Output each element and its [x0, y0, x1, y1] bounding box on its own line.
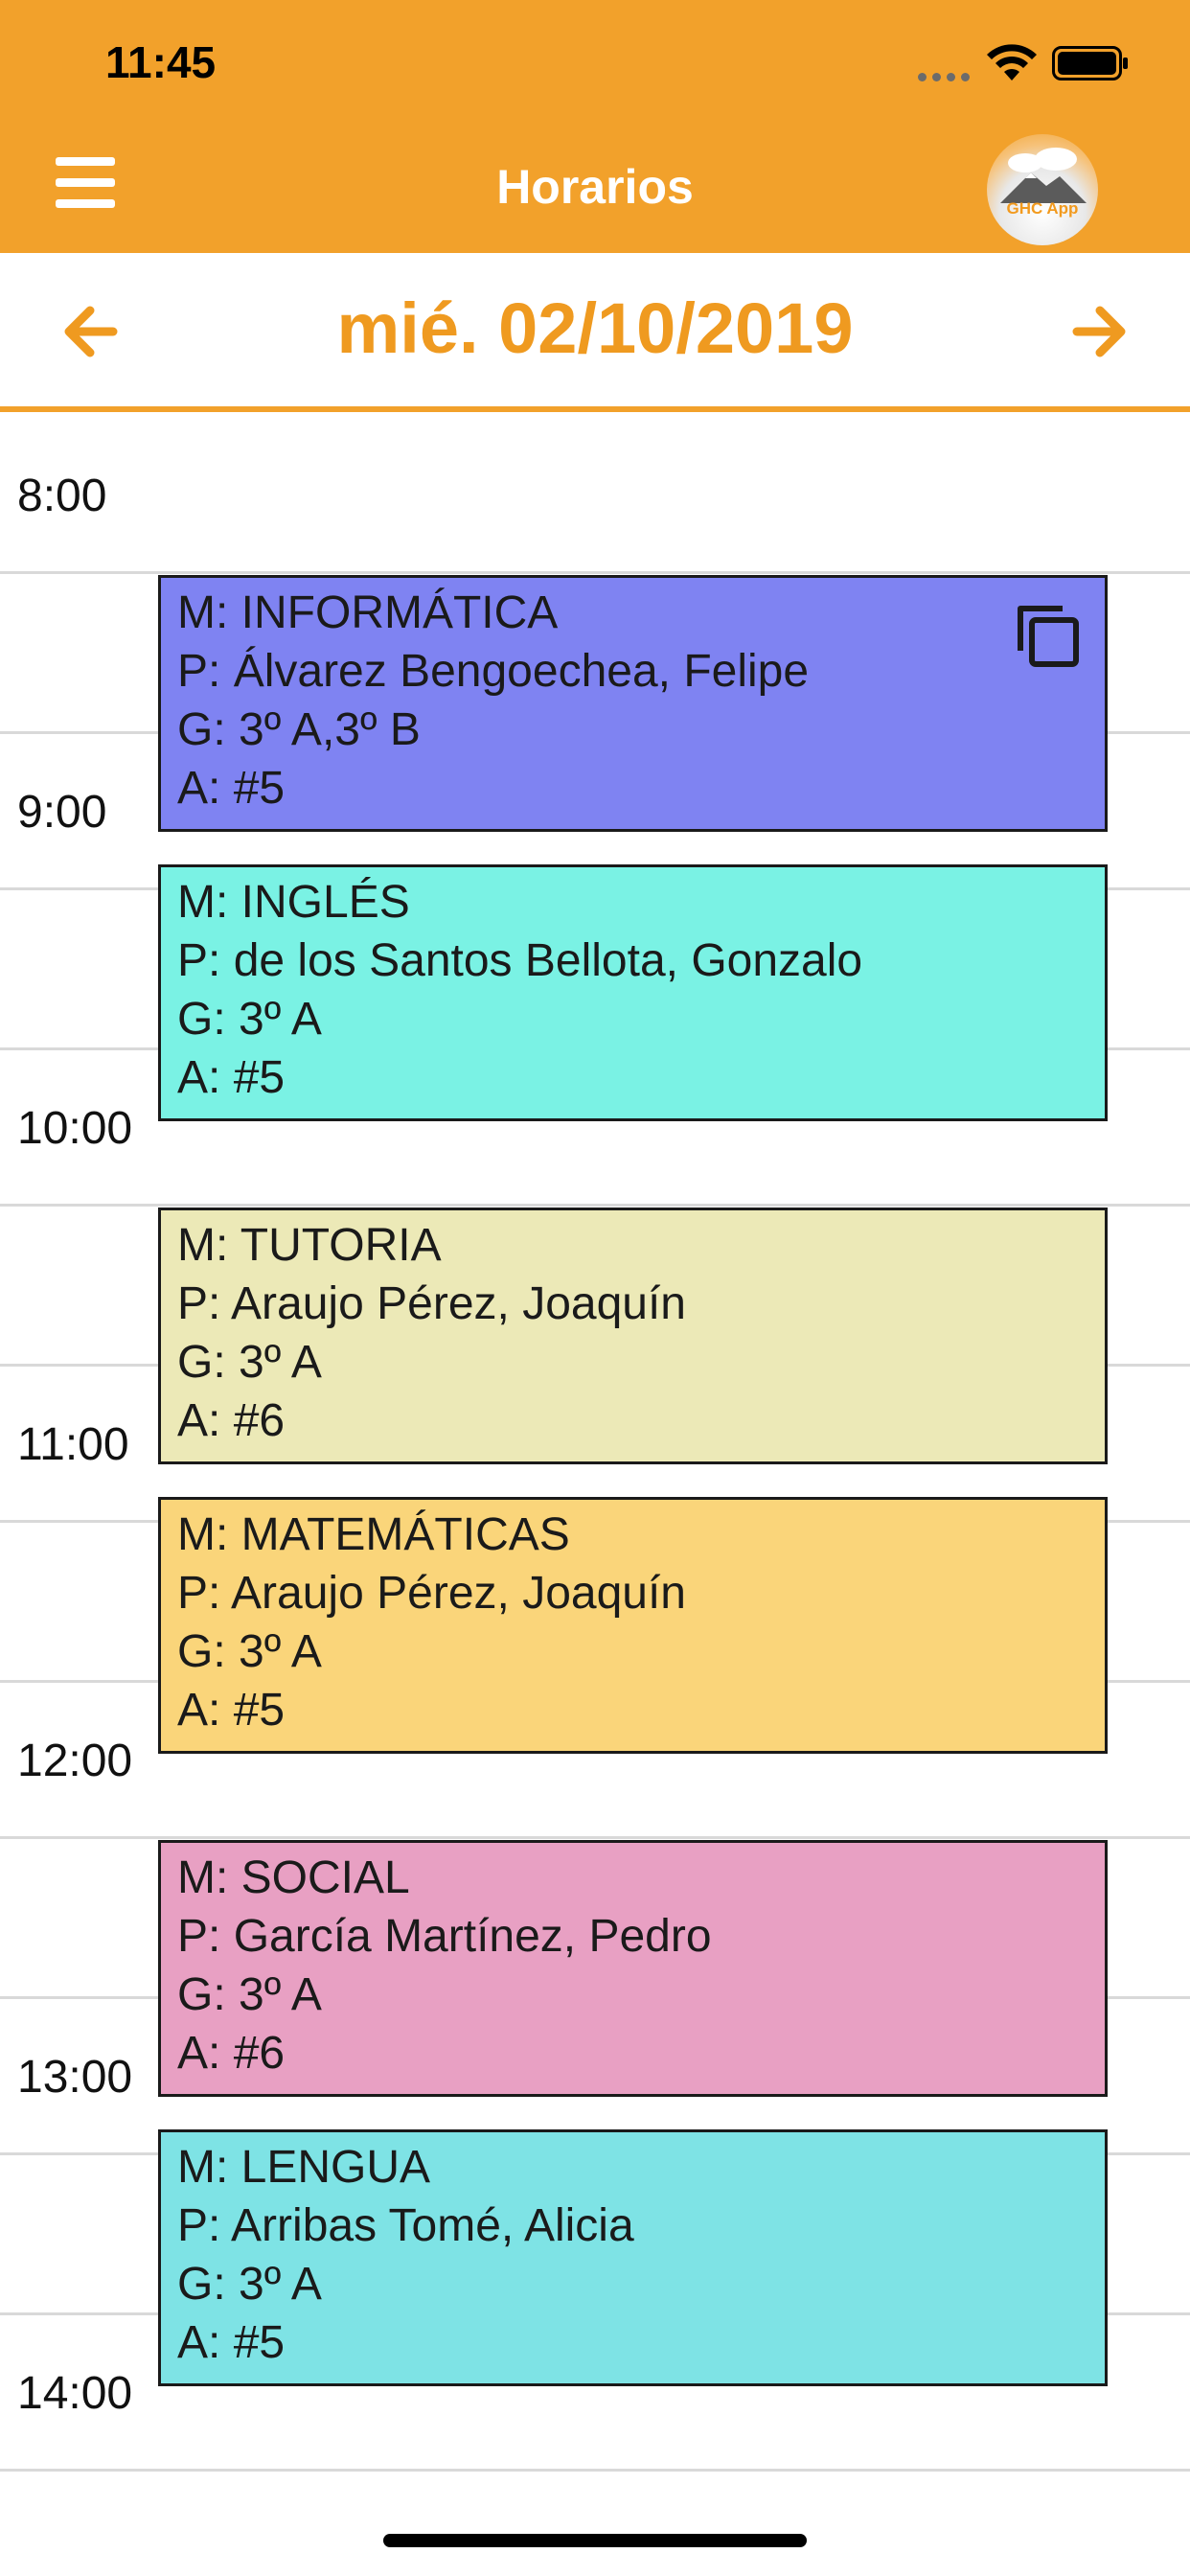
screen: 11:45 Horarios GHC App mié. 02/10/2019 8…: [0, 0, 1190, 2576]
hour-label: 13:00: [17, 2052, 133, 2103]
event-teacher: P: Araujo Pérez, Joaquín: [177, 1278, 686, 1329]
class-event-matematicas[interactable]: M: MATEMÁTICAS P: Araujo Pérez, Joaquín …: [158, 1497, 1108, 1754]
status-time: 11:45: [105, 37, 217, 87]
event-subject: M: INFORMÁTICA: [177, 587, 559, 638]
signal-icon: [918, 73, 970, 81]
grid-line: [0, 1836, 1190, 1839]
copy-icon[interactable]: [1011, 599, 1084, 672]
event-subject: M: INGLÉS: [177, 877, 410, 928]
class-event-ingles[interactable]: M: INGLÉS P: de los Santos Bellota, Gonz…: [158, 864, 1108, 1121]
app-header: 11:45 Horarios GHC App: [0, 0, 1190, 253]
grid-line: [0, 571, 1190, 574]
wifi-icon: [987, 44, 1037, 80]
battery-icon: [1052, 46, 1128, 80]
event-teacher: P: Araujo Pérez, Joaquín: [177, 1568, 686, 1619]
event-room: A: #6: [177, 1395, 286, 1446]
event-group: G: 3º A: [177, 2259, 322, 2310]
event-subject: M: MATEMÁTICAS: [177, 1509, 570, 1560]
event-teacher: P: Arribas Tomé, Alicia: [177, 2200, 634, 2251]
hour-label: 11:00: [17, 1419, 129, 1470]
event-room: A: #6: [177, 2028, 286, 2079]
event-group: G: 3º A: [177, 1969, 322, 2020]
grid-line: [0, 1204, 1190, 1207]
hour-label: 8:00: [17, 471, 107, 521]
arrow-right-icon[interactable]: [1071, 303, 1129, 360]
event-group: G: 3º A,3º B: [177, 704, 421, 755]
class-event-social[interactable]: M: SOCIAL P: García Martínez, Pedro G: 3…: [158, 1840, 1108, 2097]
hour-label: 14:00: [17, 2368, 133, 2419]
event-room: A: #5: [177, 2317, 286, 2368]
hour-label: 9:00: [17, 787, 107, 838]
class-event-lengua[interactable]: M: LENGUA P: Arribas Tomé, Alicia G: 3º …: [158, 2129, 1108, 2386]
event-group: G: 3º A: [177, 994, 322, 1045]
app-logo[interactable]: GHC App: [987, 134, 1098, 245]
class-event-tutoria[interactable]: M: TUTORIA P: Araujo Pérez, Joaquín G: 3…: [158, 1208, 1108, 1464]
event-room: A: #5: [177, 1052, 286, 1103]
event-teacher: P: Álvarez Bengoechea, Felipe: [177, 646, 810, 697]
event-room: A: #5: [177, 763, 286, 814]
logo-mountain-icon: [1000, 148, 1087, 203]
event-teacher: P: de los Santos Bellota, Gonzalo: [177, 935, 863, 986]
event-subject: M: LENGUA: [177, 2142, 431, 2193]
date-underline: [0, 406, 1190, 412]
grid-line: [0, 2469, 1190, 2472]
home-indicator[interactable]: [383, 2534, 807, 2547]
logo-text: GHC App: [1006, 199, 1079, 218]
hour-label: 12:00: [17, 1736, 133, 1786]
class-event-informatica[interactable]: M: INFORMÁTICA P: Álvarez Bengoechea, Fe…: [158, 575, 1108, 832]
event-teacher: P: García Martínez, Pedro: [177, 1911, 712, 1962]
hour-label: 10:00: [17, 1103, 133, 1154]
event-room: A: #5: [177, 1685, 286, 1736]
event-group: G: 3º A: [177, 1626, 322, 1677]
event-subject: M: SOCIAL: [177, 1852, 410, 1903]
event-subject: M: TUTORIA: [177, 1220, 442, 1271]
current-date: mié. 02/10/2019: [336, 288, 854, 368]
event-group: G: 3º A: [177, 1337, 322, 1388]
